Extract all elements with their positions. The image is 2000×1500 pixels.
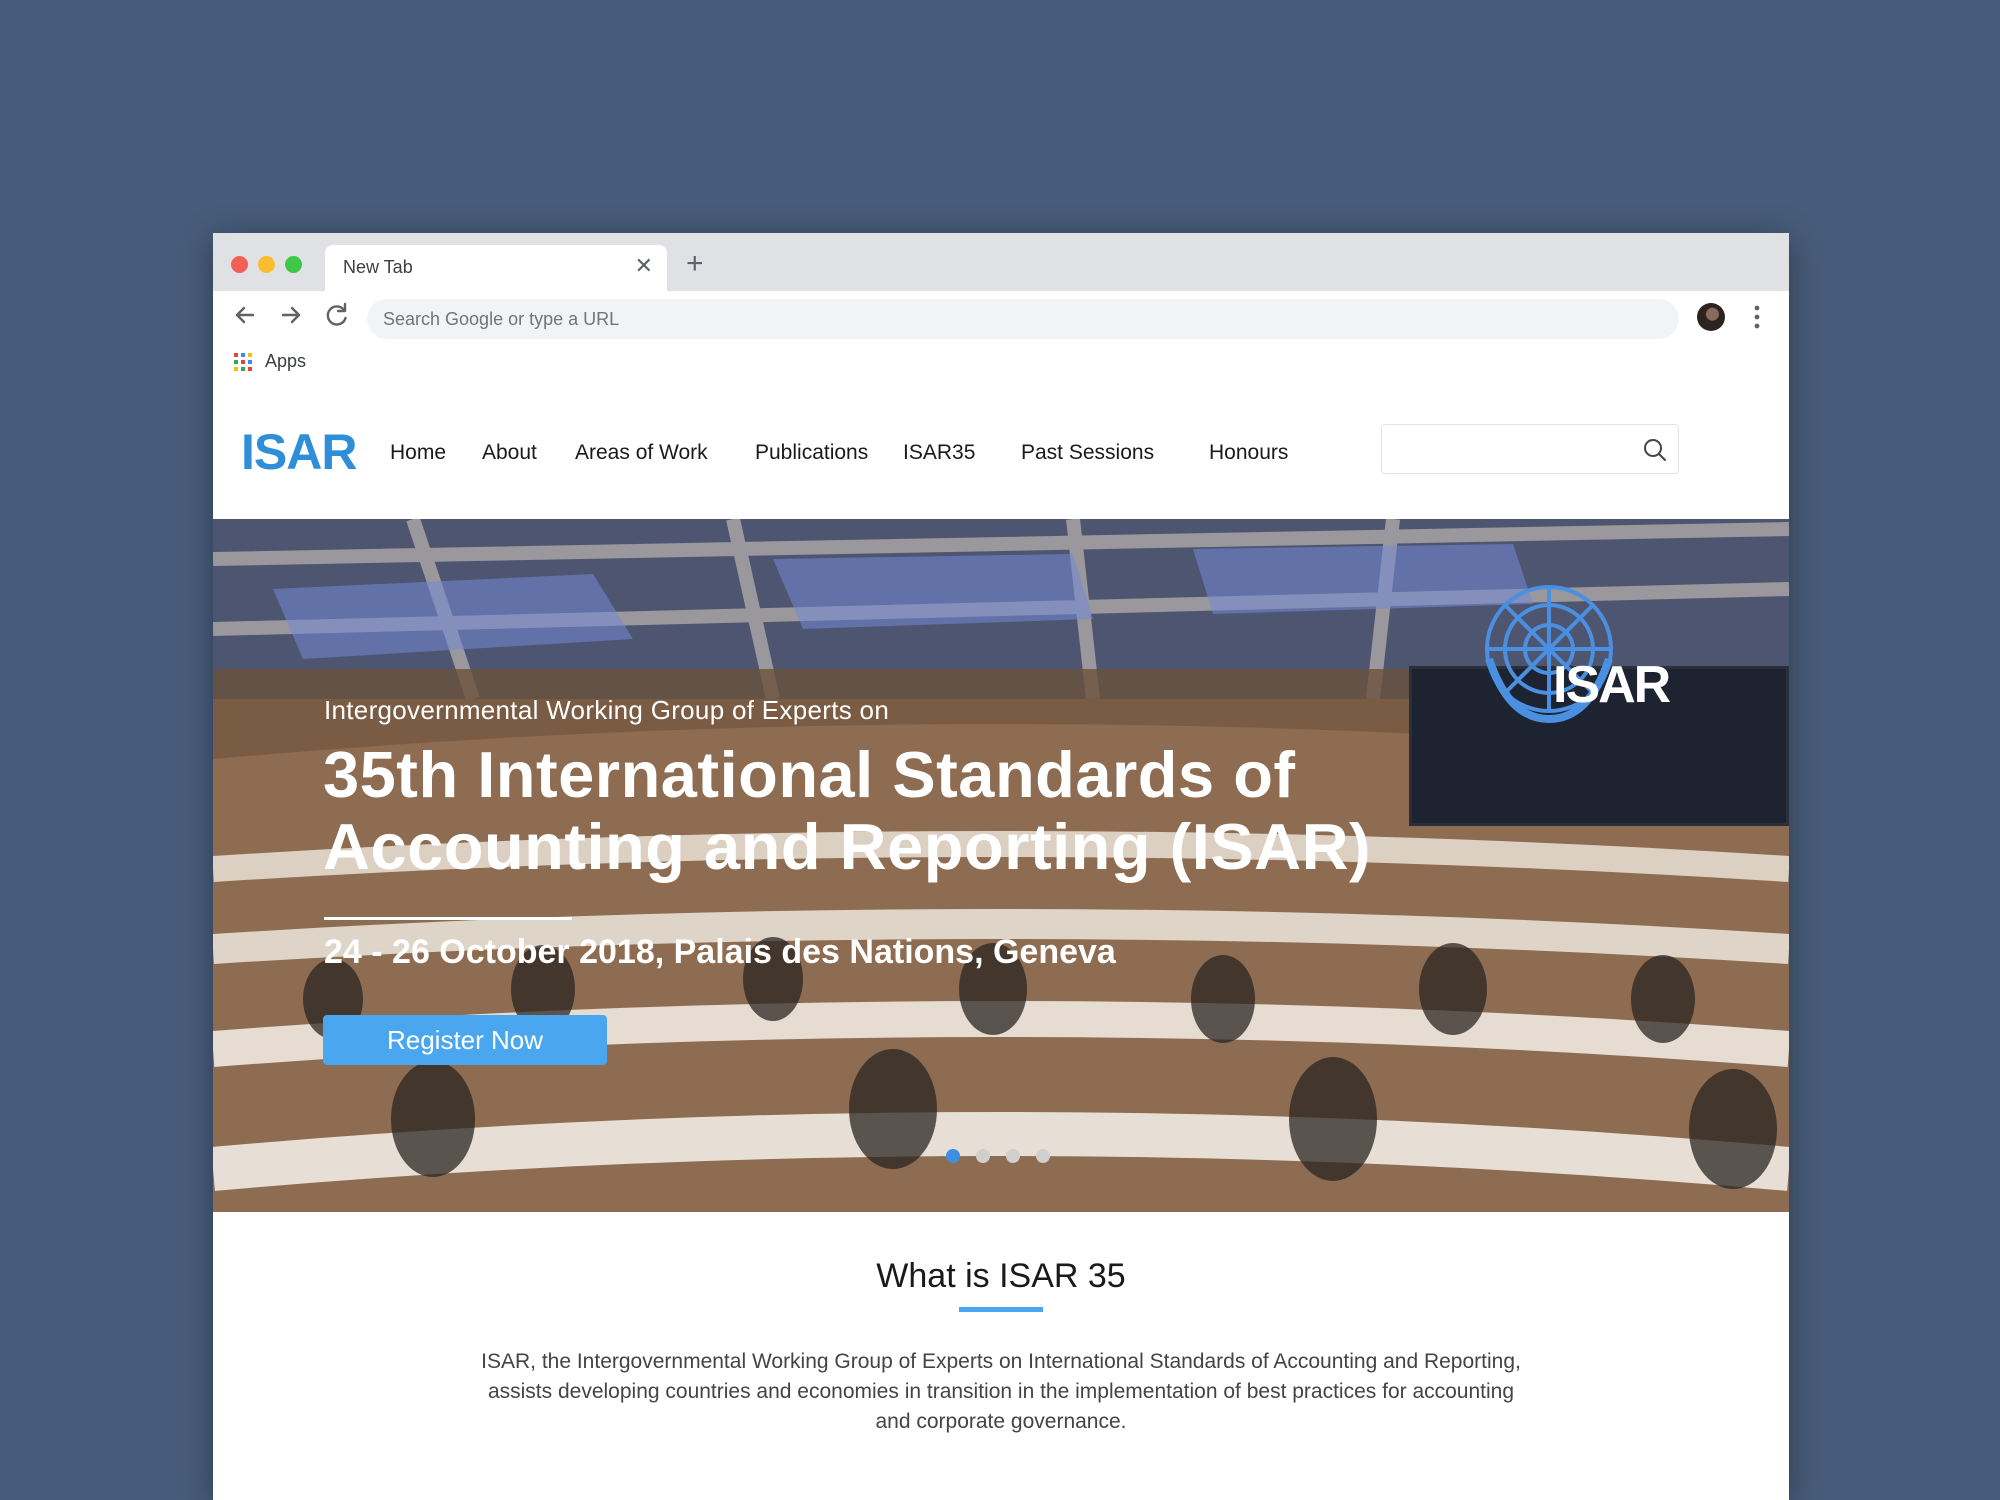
hero-title: 35th International Standards of Accounti… [323,738,1372,883]
nav-about[interactable]: About [482,441,537,465]
hero-date-venue: 24 - 26 October 2018, Palais des Nations… [324,933,1116,971]
register-now-button[interactable]: Register Now [323,1015,607,1065]
about-title: What is ISAR 35 [876,1257,1126,1295]
carousel-dot-2[interactable] [976,1149,990,1163]
browser-toolbar: Search Google or type a URL [213,291,1789,341]
site-search-input[interactable] [1381,424,1679,474]
nav-areas-of-work[interactable]: Areas of Work [575,441,708,465]
about-description: ISAR, the Intergovernmental Working Grou… [481,1350,1521,1433]
more-menu-icon[interactable] [1753,303,1761,331]
forward-arrow-icon[interactable] [275,299,307,331]
apps-grid-icon[interactable] [234,353,252,371]
tab-close-icon[interactable]: ✕ [635,255,653,277]
carousel-dot-1[interactable] [946,1149,960,1163]
search-icon[interactable] [1642,437,1668,463]
hero-kicker: Intergovernmental Working Group of Exper… [324,695,890,725]
tab-title: New Tab [343,257,413,277]
nav-publications[interactable]: Publications [755,441,868,465]
tab-new-tab[interactable]: New Tab ✕ [325,245,667,291]
maximize-window-button[interactable] [285,256,302,273]
hero-banner: ISAR Intergovernmental Working Group of … [213,519,1789,1212]
close-window-button[interactable] [231,256,248,273]
hero-divider [324,917,572,920]
tab-strip: New Tab ✕ + [213,233,1789,291]
isar-seal-text: ISAR [1553,656,1671,714]
reload-icon[interactable] [321,299,353,331]
address-bar-placeholder: Search Google or type a URL [383,309,620,329]
isar-logo[interactable]: ISAR [241,423,357,481]
carousel-indicators [946,1149,1066,1168]
nav-past-sessions[interactable]: Past Sessions [1021,441,1154,465]
site-header: ISAR Home About Areas of Work Publicatio… [213,379,1789,519]
browser-window: New Tab ✕ + Search Google or type a URL [213,233,1789,1500]
carousel-dot-3[interactable] [1006,1149,1020,1163]
minimize-window-button[interactable] [258,256,275,273]
address-bar[interactable]: Search Google or type a URL [367,299,1679,339]
new-tab-button[interactable]: + [686,249,704,279]
about-title-underline [959,1307,1043,1312]
profile-avatar[interactable] [1697,303,1725,331]
nav-isar35[interactable]: ISAR35 [903,441,975,465]
nav-honours[interactable]: Honours [1209,441,1288,465]
nav-home[interactable]: Home [390,441,446,465]
apps-bookmark[interactable]: Apps [265,351,306,372]
carousel-dot-4[interactable] [1036,1149,1050,1163]
bookmarks-bar: Apps [213,341,1789,379]
back-arrow-icon[interactable] [229,299,261,331]
